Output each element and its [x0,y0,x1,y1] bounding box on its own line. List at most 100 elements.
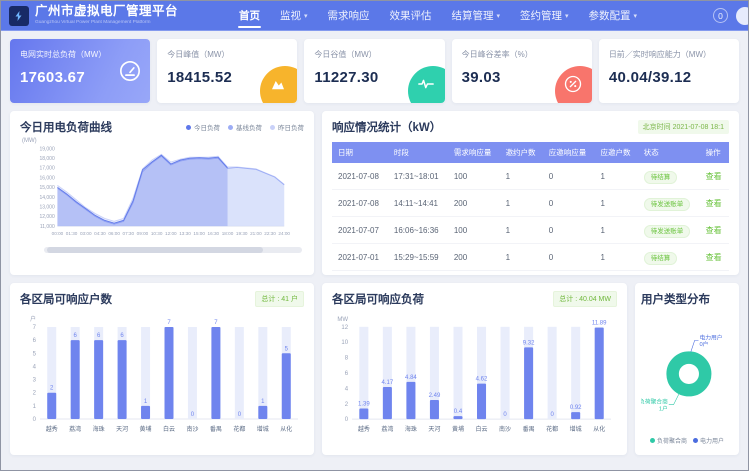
cell-invited: 1 [502,217,545,244]
cell-date: 2021-07-08 [332,163,390,190]
cell-action: 查看 [702,244,729,271]
bar [165,327,174,419]
notification-badge[interactable]: 0 [713,8,728,23]
y-tick-label: 1 [33,404,37,410]
view-link[interactable]: 查看 [706,199,722,208]
app-titles: 广州市虚拟电厂管理平台 Guangzhou Virtual Power Plan… [35,5,179,26]
cell-responded_users: 1 [597,244,640,271]
bar [258,406,267,419]
datazoom-slider[interactable] [44,247,302,253]
nav-item-2[interactable]: 需求响应 [318,1,380,30]
unit-label: 户 [30,315,36,323]
cell-responded: 0 [545,190,597,217]
bar [477,384,486,420]
callout-label: 电力用户 [699,333,722,341]
chevron-down-icon: ▾ [304,12,308,20]
y-tick-label: 2 [33,391,37,397]
percent-icon [564,75,582,93]
y-tick-label: 12 [341,325,348,331]
y-tick-label: 0 [345,417,349,423]
bar-value-label: 2.49 [429,393,441,399]
bar [595,328,604,419]
y-tick-label: 16,000 [39,175,55,181]
avatar[interactable] [736,7,749,25]
x-tick-label: 01:30 [66,231,78,236]
nav-item-4[interactable]: 结算管理▾ [442,1,511,30]
area-chart-icon [269,75,287,93]
bottom-row: 各区局可响应户数 总计 : 41 户 户012345672越秀6荔湾6海珠6天河… [10,283,739,455]
chevron-down-icon: ▾ [565,12,569,20]
datazoom-thumb[interactable] [47,247,264,253]
view-link[interactable]: 查看 [706,226,722,235]
nav-item-label: 首页 [239,8,260,23]
y-tick-label: 17,000 [39,166,55,172]
app-subtitle: Guangzhou Virtual Power Plant Management… [35,20,150,25]
donut-legend-item-0[interactable]: 负荷聚合商 [650,436,687,445]
bar [282,353,291,419]
x-category-label: 南沙 [186,425,198,433]
bar [359,408,368,419]
donut-legend-item-1[interactable]: 电力用户 [693,436,724,445]
cell-date: 2021-07-08 [332,190,390,217]
x-category-label: 越秀 [358,425,370,433]
kpi-value: 40.04/39.12 [609,69,729,86]
households-chart-title: 各区局可响应户数 [20,291,112,307]
nav-item-1[interactable]: 监视▾ [270,1,318,30]
panel-head: 各区局可响应户数 总计 : 41 户 [20,291,304,307]
nav-item-3[interactable]: 效果评估 [380,1,442,30]
bar-track [548,327,557,419]
middle-row: 今日用电负荷曲线 今日负荷基线负荷昨日负荷 (MW) 11,00012,0001… [10,111,739,275]
view-link[interactable]: 查看 [706,172,722,181]
cell-demand: 200 [450,190,502,217]
cell-action: 查看 [702,163,729,190]
y-tick-label: 4 [345,386,349,392]
kpi-card-2: 今日谷值（MW）11227.30 [304,39,444,103]
x-tick-label: 06:00 [108,231,120,236]
x-tick-label: 21:00 [250,231,262,236]
x-tick-label: 09:00 [137,231,149,236]
district-households-panel: 各区局可响应户数 总计 : 41 户 户012345672越秀6荔湾6海珠6天河… [10,283,314,455]
status-badge: 待发送账单 [644,225,691,238]
cell-invited: 1 [502,244,545,271]
view-link[interactable]: 查看 [706,253,722,262]
nav-item-0[interactable]: 首页 [229,1,270,30]
bar-track [501,327,510,419]
status-badge: 待结算 [644,171,678,184]
legend-item-0[interactable]: 今日负荷 [186,122,220,132]
legend-item-1[interactable]: 基线负荷 [228,122,262,132]
legend-dot [186,125,191,130]
x-category-label: 南沙 [499,425,511,433]
x-category-label: 番禺 [210,426,222,433]
table-header-row: 日期时段需求响应量邀约户数应邀响应量应邀户数状态操作 [332,142,729,163]
x-category-label: 海珠 [93,425,105,433]
y-tick-label: 14,000 [39,195,55,201]
cell-responded_users: 1 [597,163,640,190]
callout-value: 1户 [659,404,668,412]
bar [383,387,392,419]
y-tick-label: 11,000 [40,224,55,230]
bar [430,400,439,419]
bolt-glyph [13,10,25,22]
nav-item-5[interactable]: 签约管理▾ [510,1,579,30]
x-tick-label: 00:00 [52,231,64,236]
legend-item-2[interactable]: 昨日负荷 [270,122,304,132]
cell-responded: 0 [545,244,597,271]
cell-period: 17:31~18:01 [390,163,450,190]
bar-value-label: 7 [214,320,218,326]
user-type-title: 用户类型分布 [641,291,710,307]
x-tick-label: 10:30 [151,231,163,236]
kpi-label: 今日谷值（MW） [314,49,434,60]
x-category-label: 白云 [476,425,488,433]
cell-responded: 0 [545,163,597,190]
bar [47,393,56,419]
response-table: 日期时段需求响应量邀约户数应邀响应量应邀户数状态操作 2021-07-0817:… [332,142,729,271]
y-tick-label: 18,000 [39,156,55,162]
bar [211,327,220,419]
legend-label: 负荷聚合商 [657,436,687,445]
bar [141,406,150,419]
x-tick-label: 12:00 [165,231,177,236]
user-type-donut-chart: 电力用户0户负荷聚合商1户 [641,320,733,424]
legend-dot [228,125,233,130]
nav-item-6[interactable]: 参数配置▾ [579,1,648,30]
y-tick-label: 12,000 [39,214,55,220]
